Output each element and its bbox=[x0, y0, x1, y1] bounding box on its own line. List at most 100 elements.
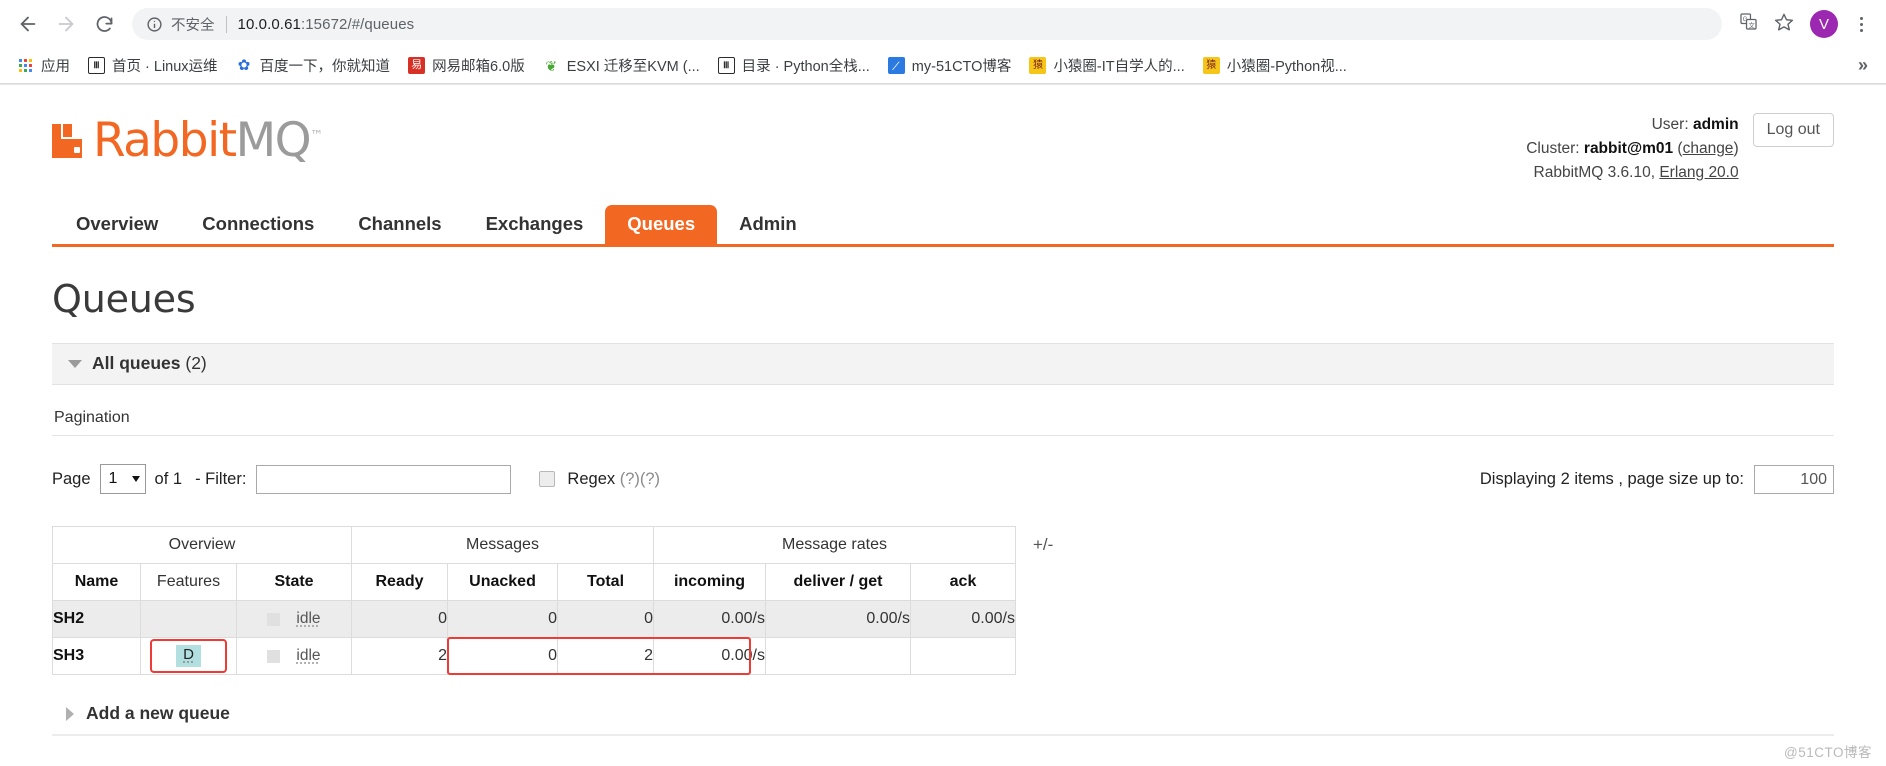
forward-button[interactable] bbox=[48, 6, 84, 42]
browser-menu-button[interactable] bbox=[1846, 6, 1876, 42]
table-row[interactable]: SH2 idle 0 0 0 0.00/s 0.00/s 0.00/s bbox=[53, 601, 1016, 638]
user-name: admin bbox=[1693, 116, 1739, 133]
filter-input[interactable] bbox=[256, 465, 511, 494]
cell-queue-name[interactable]: SH2 bbox=[53, 601, 141, 638]
bookmark-item[interactable]: 猿 小猿圈-IT自学人的... bbox=[1020, 52, 1193, 80]
tab-channels[interactable]: Channels bbox=[336, 205, 463, 244]
add-queue-section-header[interactable]: Add a new queue bbox=[52, 703, 1834, 724]
bookmark-label: 小猿圈-Python视... bbox=[1227, 55, 1347, 76]
page-select[interactable]: 1 bbox=[100, 464, 146, 494]
main-navigation: Overview Connections Channels Exchanges … bbox=[52, 205, 1834, 247]
column-header-state[interactable]: State bbox=[237, 564, 352, 601]
user-label: User: bbox=[1652, 116, 1689, 133]
tab-connections[interactable]: Connections bbox=[180, 205, 336, 244]
cell-features: D bbox=[141, 638, 237, 675]
profile-avatar[interactable]: V bbox=[1810, 10, 1838, 38]
bookmark-button[interactable] bbox=[1768, 8, 1800, 40]
browser-chrome: 不安全 10.0.0.61:15672/#/queues G文 V 应用 Ⅲ 首… bbox=[0, 0, 1886, 85]
cell-total: 0 bbox=[558, 601, 654, 638]
url-host: 10.0.0.61 bbox=[238, 16, 301, 33]
logo-trademark: ™ bbox=[310, 128, 322, 143]
section-title-text: All queues bbox=[92, 353, 181, 373]
logo-mq-text: MQ bbox=[236, 113, 311, 168]
page-label: Page bbox=[52, 470, 91, 489]
bookmark-item[interactable]: 猿 小猿圈-Python视... bbox=[1194, 52, 1356, 80]
bookmark-item[interactable]: 易 网易邮箱6.0版 bbox=[399, 52, 534, 80]
browser-toolbar: 不安全 10.0.0.61:15672/#/queues G文 V bbox=[0, 0, 1886, 48]
rabbitmq-logo[interactable]: RabbitMQ™ bbox=[52, 109, 322, 171]
tab-exchanges[interactable]: Exchanges bbox=[464, 205, 606, 244]
forward-arrow-icon bbox=[55, 13, 77, 35]
chevron-down-icon bbox=[68, 360, 82, 368]
bookmark-label: 应用 bbox=[41, 55, 70, 76]
tab-overview[interactable]: Overview bbox=[54, 205, 180, 244]
table-group-header-row: Overview Messages Message rates bbox=[53, 527, 1016, 564]
url-path: :15672/#/queues bbox=[301, 16, 414, 33]
star-icon bbox=[1774, 12, 1794, 37]
feature-badge-durable: D bbox=[176, 645, 201, 667]
bookmark-label: 目录 · Python全栈... bbox=[742, 55, 870, 76]
column-header-deliver-get[interactable]: deliver / get bbox=[766, 564, 911, 601]
tab-queues[interactable]: Queues bbox=[605, 205, 717, 244]
bookmark-apps[interactable]: 应用 bbox=[8, 52, 79, 80]
tab-admin[interactable]: Admin bbox=[717, 205, 819, 244]
pagination-label: Pagination bbox=[54, 409, 1834, 427]
displaying-text: Displaying 2 items , page size up to: bbox=[1480, 470, 1744, 489]
translate-icon: G文 bbox=[1739, 12, 1758, 36]
reload-button[interactable] bbox=[86, 6, 122, 42]
cell-ready: 2 bbox=[352, 638, 448, 675]
column-header-total[interactable]: Total bbox=[558, 564, 654, 601]
svg-text:文: 文 bbox=[1748, 20, 1755, 29]
state-indicator-icon bbox=[267, 650, 280, 663]
pagination-divider bbox=[52, 435, 1834, 436]
table-column-header-row: Name Features State Ready Unacked Total … bbox=[53, 564, 1016, 601]
cell-queue-name[interactable]: SH3 bbox=[53, 638, 141, 675]
column-header-ack[interactable]: ack bbox=[911, 564, 1016, 601]
back-button[interactable] bbox=[10, 6, 46, 42]
group-header-overview: Overview bbox=[53, 527, 352, 564]
change-cluster-link[interactable]: change bbox=[1683, 140, 1734, 157]
regex-checkbox[interactable] bbox=[539, 471, 555, 487]
table-row[interactable]: SH3 D idle 2 0 2 0.00/s bbox=[53, 638, 1016, 675]
rabbitmq-version: RabbitMQ 3.6.10, bbox=[1534, 164, 1655, 181]
state-text: idle bbox=[296, 610, 320, 628]
cell-features bbox=[141, 601, 237, 638]
filter-label: - Filter: bbox=[195, 470, 246, 489]
column-header-ready[interactable]: Ready bbox=[352, 564, 448, 601]
bookmark-item[interactable]: ❦ ESXI 迁移至KVM (... bbox=[534, 52, 709, 80]
column-header-incoming[interactable]: incoming bbox=[654, 564, 766, 601]
cluster-line: Cluster: rabbit@m01 (change) bbox=[1526, 137, 1738, 161]
user-line: User: admin bbox=[1526, 113, 1738, 137]
translate-button[interactable]: G文 bbox=[1732, 8, 1764, 40]
page-size-input[interactable]: 100 bbox=[1754, 465, 1834, 494]
column-header-unacked[interactable]: Unacked bbox=[448, 564, 558, 601]
erlang-version-link[interactable]: Erlang 20.0 bbox=[1659, 164, 1738, 181]
toggle-columns-button[interactable]: +/- bbox=[1033, 535, 1053, 555]
cell-state: idle bbox=[237, 638, 352, 675]
column-header-name[interactable]: Name bbox=[53, 564, 141, 601]
bookmark-item[interactable]: ∕ my-51CTO博客 bbox=[879, 52, 1021, 80]
column-header-features[interactable]: Features bbox=[141, 564, 237, 601]
cluster-name: rabbit@m01 bbox=[1584, 140, 1673, 157]
address-bar[interactable]: 不安全 10.0.0.61:15672/#/queues bbox=[132, 8, 1722, 40]
netease-mail-icon: 易 bbox=[408, 57, 425, 74]
book-icon: Ⅲ bbox=[718, 57, 735, 74]
cell-state: idle bbox=[237, 601, 352, 638]
baidu-paw-icon: ✿ bbox=[236, 57, 253, 74]
state-text: idle bbox=[296, 647, 320, 665]
kebab-dot bbox=[1860, 17, 1863, 20]
bookmarks-overflow-button[interactable]: » bbox=[1850, 55, 1876, 76]
all-queues-section-header[interactable]: All queues (2) bbox=[52, 343, 1834, 385]
reload-icon bbox=[94, 14, 115, 35]
bookmark-label: 首页 · Linux运维 bbox=[112, 55, 218, 76]
info-circle-icon[interactable] bbox=[146, 16, 163, 33]
logout-button[interactable]: Log out bbox=[1753, 113, 1834, 147]
bottom-divider bbox=[52, 734, 1834, 736]
bookmark-item[interactable]: Ⅲ 首页 · Linux运维 bbox=[79, 52, 227, 80]
bookmark-item[interactable]: ✿ 百度一下，你就知道 bbox=[227, 52, 400, 80]
cell-ready: 0 bbox=[352, 601, 448, 638]
regex-help-links[interactable]: (?)(?) bbox=[620, 470, 660, 488]
cell-unacked: 0 bbox=[448, 638, 558, 675]
bookmark-item[interactable]: Ⅲ 目录 · Python全栈... bbox=[709, 52, 879, 80]
toolbar-actions: G文 V bbox=[1732, 6, 1876, 42]
